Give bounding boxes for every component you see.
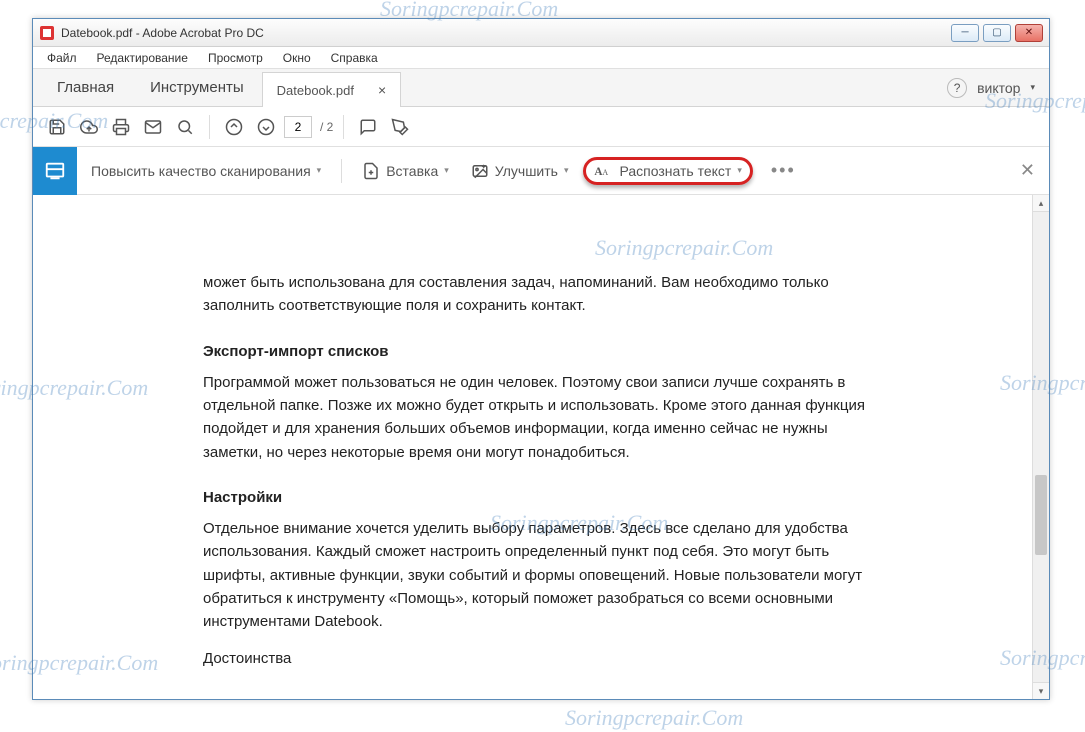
menubar: Файл Редактирование Просмотр Окно Справк… bbox=[33, 47, 1049, 69]
chevron-down-icon: ▾ bbox=[737, 165, 742, 176]
chevron-down-icon: ▾ bbox=[317, 165, 322, 176]
paragraph: Программой может пользоваться не один че… bbox=[203, 371, 882, 464]
more-tools-icon[interactable]: ••• bbox=[771, 160, 796, 181]
tab-close-icon[interactable]: × bbox=[378, 82, 386, 98]
tabbar: Главная Инструменты Datebook.pdf × ? вик… bbox=[33, 69, 1049, 107]
print-icon[interactable] bbox=[107, 113, 135, 141]
minimize-button[interactable]: ─ bbox=[951, 24, 979, 42]
close-toolbar-icon[interactable]: ✕ bbox=[1020, 160, 1035, 181]
enhance-image-label: Улучшить bbox=[495, 163, 558, 179]
watermark: Soringpcrepair.Com bbox=[565, 705, 743, 731]
page-total: / 2 bbox=[320, 120, 333, 134]
tab-document[interactable]: Datebook.pdf × bbox=[262, 72, 402, 107]
paragraph: Отдельное внимание хочется уделить выбор… bbox=[203, 517, 882, 633]
cloud-icon[interactable] bbox=[75, 113, 103, 141]
vertical-scrollbar[interactable]: ▴ ▾ bbox=[1032, 195, 1049, 699]
page-down-icon[interactable] bbox=[252, 113, 280, 141]
heading: Экспорт-импорт списков bbox=[203, 340, 882, 363]
insert-label: Вставка bbox=[386, 163, 438, 179]
scroll-thumb[interactable] bbox=[1035, 475, 1047, 555]
paragraph: Достоинства bbox=[203, 647, 882, 670]
tab-tools[interactable]: Инструменты bbox=[132, 69, 262, 106]
comment-icon[interactable] bbox=[354, 113, 382, 141]
chevron-down-icon[interactable]: ▾ bbox=[1030, 82, 1035, 93]
menu-edit[interactable]: Редактирование bbox=[87, 49, 198, 67]
search-icon[interactable] bbox=[171, 113, 199, 141]
heading: Настройки bbox=[203, 486, 882, 509]
svg-text:A: A bbox=[594, 166, 602, 178]
recognize-text-dropdown[interactable]: AA Распознать текст ▾ bbox=[583, 157, 753, 185]
maximize-button[interactable]: ▢ bbox=[983, 24, 1011, 42]
save-icon[interactable] bbox=[43, 113, 71, 141]
enhance-image-dropdown[interactable]: Улучшить ▾ bbox=[463, 158, 577, 184]
menu-view[interactable]: Просмотр bbox=[198, 49, 273, 67]
close-button[interactable]: ✕ bbox=[1015, 24, 1043, 42]
enhance-quality-label: Повысить качество сканирования bbox=[91, 163, 311, 179]
tab-document-label: Datebook.pdf bbox=[277, 83, 354, 98]
recognize-text-label: Распознать текст bbox=[620, 163, 732, 179]
titlebar: Datebook.pdf - Adobe Acrobat Pro DC ─ ▢ … bbox=[33, 19, 1049, 47]
menu-help[interactable]: Справка bbox=[321, 49, 388, 67]
main-toolbar: / 2 bbox=[33, 107, 1049, 147]
document-viewport: может быть использована для составления … bbox=[33, 195, 1049, 699]
app-icon bbox=[39, 25, 55, 41]
sign-icon[interactable] bbox=[386, 113, 414, 141]
chevron-down-icon: ▾ bbox=[444, 165, 449, 176]
chevron-down-icon: ▾ bbox=[564, 165, 569, 176]
page-up-icon[interactable] bbox=[220, 113, 248, 141]
window-controls: ─ ▢ ✕ bbox=[951, 24, 1043, 42]
insert-dropdown[interactable]: Вставка ▾ bbox=[354, 158, 457, 184]
menu-file[interactable]: Файл bbox=[37, 49, 87, 67]
user-name[interactable]: виктор bbox=[977, 80, 1020, 96]
scroll-up-icon[interactable]: ▴ bbox=[1033, 195, 1049, 212]
window-title: Datebook.pdf - Adobe Acrobat Pro DC bbox=[61, 26, 951, 40]
paragraph: может быть использована для составления … bbox=[203, 271, 882, 318]
document-page: может быть использована для составления … bbox=[33, 195, 1032, 699]
page-number-input[interactable] bbox=[284, 116, 312, 138]
scroll-down-icon[interactable]: ▾ bbox=[1033, 682, 1049, 699]
svg-text:A: A bbox=[602, 168, 608, 177]
help-icon[interactable]: ? bbox=[947, 78, 967, 98]
tab-home[interactable]: Главная bbox=[39, 69, 132, 106]
app-window: Datebook.pdf - Adobe Acrobat Pro DC ─ ▢ … bbox=[32, 18, 1050, 700]
mail-icon[interactable] bbox=[139, 113, 167, 141]
enhance-scan-icon[interactable] bbox=[33, 147, 77, 195]
menu-window[interactable]: Окно bbox=[273, 49, 321, 67]
enhance-quality-dropdown[interactable]: Повысить качество сканирования ▾ bbox=[83, 159, 329, 183]
enhance-toolbar: Повысить качество сканирования ▾ Вставка… bbox=[33, 147, 1049, 195]
